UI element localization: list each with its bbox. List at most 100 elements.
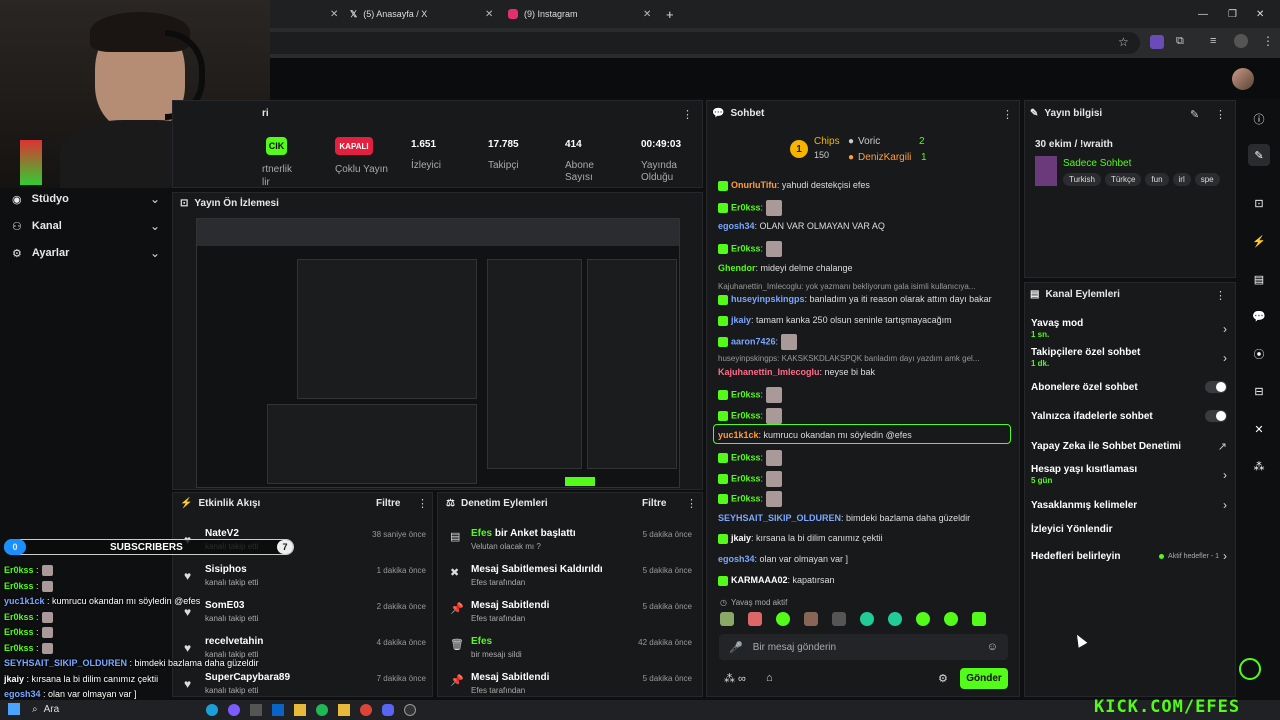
activity-user[interactable]: SomE03 — [205, 600, 244, 611]
chat-username[interactable]: huseyinpskingps — [718, 354, 777, 363]
activity-user[interactable]: recelvetahin — [205, 636, 263, 647]
toggle-switch[interactable] — [1205, 381, 1227, 393]
folder-icon[interactable] — [294, 704, 306, 716]
chips-infinite-icon[interactable]: ⁂ ∞ — [724, 672, 746, 685]
chat-settings-icon[interactable]: ⚙ — [938, 672, 948, 685]
chat-username[interactable]: Ghendor — [718, 263, 756, 273]
chat-username[interactable]: Er0kss — [731, 473, 761, 483]
info-icon[interactable]: ⓘ — [1248, 108, 1270, 130]
emote-icon[interactable] — [804, 612, 818, 626]
store-icon[interactable]: ⌂ — [766, 672, 773, 684]
chat-username[interactable]: jkaiy — [731, 315, 751, 325]
preview-toggle-icon[interactable]: ⊡ — [1248, 192, 1270, 214]
activity-user[interactable]: SuperCapybara89 — [205, 672, 290, 683]
chat-username[interactable]: yuc1k1ck — [718, 430, 759, 440]
chat-username[interactable]: Er0kss — [731, 452, 761, 462]
moderation-actor[interactable]: Efes — [471, 636, 492, 647]
tab-instagram[interactable]: (9) Instagram — [508, 4, 648, 24]
activity-user[interactable]: NateV2 — [205, 528, 239, 539]
tag-chip[interactable]: irl — [1172, 173, 1191, 186]
nav-item-settings[interactable]: ⚙ Ayarlar ⌄ — [12, 246, 160, 260]
microphone-icon[interactable]: 🎤 — [729, 641, 743, 654]
chat-username[interactable]: Er0kss — [731, 243, 761, 253]
chat-username[interactable]: Er0kss — [731, 202, 761, 212]
chat-username[interactable]: Er0kss — [731, 410, 761, 420]
tools-icon[interactable]: ✕ — [1248, 418, 1270, 440]
tab-close-3[interactable]: ✕ — [643, 4, 651, 24]
stream-preview-video[interactable] — [196, 218, 680, 488]
spotify-icon[interactable] — [316, 704, 328, 716]
emote-icon[interactable] — [748, 612, 762, 626]
category-name[interactable]: Sadece Sohbet — [1063, 158, 1131, 169]
channel-action-row[interactable]: İzleyici Yönlendir — [1031, 524, 1227, 535]
tab-x[interactable]: 𝕏 (5) Anasayfa / X — [350, 4, 490, 24]
media-controls-icon[interactable]: ≡ — [1210, 35, 1216, 47]
channel-action-row[interactable]: Hesap yaşı kısıtlaması 5 gün › — [1031, 464, 1227, 485]
tag-chip[interactable]: Turkish — [1063, 173, 1101, 186]
stats-menu-icon[interactable]: ⋮ — [682, 108, 693, 121]
emote-icon[interactable] — [944, 612, 958, 626]
chat-username[interactable]: Er0kss — [731, 389, 761, 399]
minimize-button[interactable]: — — [1198, 4, 1208, 24]
browser-menu-icon[interactable]: ⋮ — [1262, 34, 1274, 48]
user-avatar[interactable] — [1232, 68, 1254, 90]
discord-icon[interactable] — [382, 704, 394, 716]
chrome-icon[interactable] — [360, 704, 372, 716]
channel-action-row[interactable]: Yavaş mod 1 sn. › — [1031, 318, 1227, 339]
nav-item-studio[interactable]: ◉ Stüdyo ⌄ — [12, 192, 160, 206]
broadcast-icon[interactable]: ⦿ — [1248, 343, 1270, 365]
emote-icon[interactable] — [720, 612, 734, 626]
bookmark-star-icon[interactable]: ☆ — [1118, 35, 1129, 49]
chat-username[interactable]: jkaiy — [731, 533, 751, 543]
channel-action-row[interactable]: Takipçilere özel sohbet 1 dk. › — [1031, 347, 1227, 368]
moderation-actor[interactable]: Mesaj Sabitlendi — [471, 672, 549, 683]
activity-filter-button[interactable]: Filtre — [376, 498, 400, 509]
tag-chip[interactable]: fun — [1145, 173, 1169, 186]
tab-close-1[interactable]: ✕ — [330, 4, 338, 24]
apps-icon[interactable]: ⁂ — [1248, 455, 1270, 477]
chat-username[interactable]: SEYHSAIT_SIKIP_OLDUREN — [718, 513, 841, 523]
chat-username[interactable]: egosh34 — [718, 554, 755, 564]
document-icon[interactable]: ▤ — [1248, 268, 1270, 290]
emoji-icon[interactable]: ☺ — [987, 641, 998, 653]
edit-icon[interactable]: ✎ — [1248, 144, 1270, 166]
chat-menu-icon[interactable]: ⋮ — [1002, 108, 1013, 121]
chat-username[interactable]: Kajuhanettin_Imlecoglu — [718, 282, 801, 291]
emote-icon[interactable] — [860, 612, 874, 626]
explorer-icon[interactable] — [338, 704, 350, 716]
obs-icon[interactable] — [404, 704, 416, 716]
tab-close-2[interactable]: ✕ — [485, 4, 493, 24]
chat-username[interactable]: OnurluTifu — [731, 180, 777, 190]
moderation-actor[interactable]: Efes — [471, 528, 492, 539]
extensions-puzzle-icon[interactable]: ⧉ — [1176, 35, 1184, 48]
send-button[interactable]: Gönder — [960, 668, 1008, 689]
emote-bar[interactable] — [720, 612, 1010, 628]
emote-icon[interactable] — [888, 612, 902, 626]
moderation-actor[interactable]: Mesaj Sabitlendi — [471, 600, 549, 611]
chat-username[interactable]: KARMAAA02 — [731, 575, 788, 585]
channel-action-row[interactable]: Yasaklanmış kelimeler › — [1031, 498, 1227, 512]
activity-menu-icon[interactable]: ⋮ — [417, 497, 428, 510]
windows-start-icon[interactable] — [8, 703, 20, 715]
activity-user[interactable]: Sisiphos — [205, 564, 247, 575]
tag-chip[interactable]: Türkçe — [1104, 173, 1142, 186]
extension-icon[interactable] — [1150, 35, 1164, 49]
profile-avatar[interactable] — [1234, 34, 1248, 48]
chat-username[interactable]: huseyinpskingps — [731, 294, 805, 304]
taskbar-search[interactable]: ⌕ Ara — [32, 704, 59, 715]
emote-icon[interactable] — [916, 612, 930, 626]
chat-username[interactable]: egosh34 — [718, 221, 755, 231]
chat-input[interactable]: 🎤 Bir mesaj gönderin ☺ — [719, 634, 1008, 660]
new-tab-button[interactable]: + — [666, 4, 674, 24]
chat-username[interactable]: Kajuhanettin_Imlecoglu — [718, 367, 820, 377]
window-close-button[interactable]: ✕ — [1256, 4, 1264, 24]
chat-username[interactable]: aaron7426 — [731, 336, 776, 346]
channel-action-row[interactable]: Yapay Zeka ile Sohbet Denetimi ↗ — [1031, 440, 1227, 453]
copilot-icon[interactable] — [228, 704, 240, 716]
toggle-switch[interactable] — [1205, 410, 1227, 422]
moderation-menu-icon[interactable]: ⋮ — [686, 497, 697, 510]
channel-action-row[interactable]: Yalnızca ifadelerle sohbet — [1031, 410, 1227, 422]
stream-info-menu-icon[interactable]: ⋮ — [1215, 108, 1226, 121]
edit-stream-info-icon[interactable]: ✎ — [1190, 108, 1199, 121]
nav-item-channel[interactable]: ⚇ Kanal ⌄ — [12, 219, 160, 233]
